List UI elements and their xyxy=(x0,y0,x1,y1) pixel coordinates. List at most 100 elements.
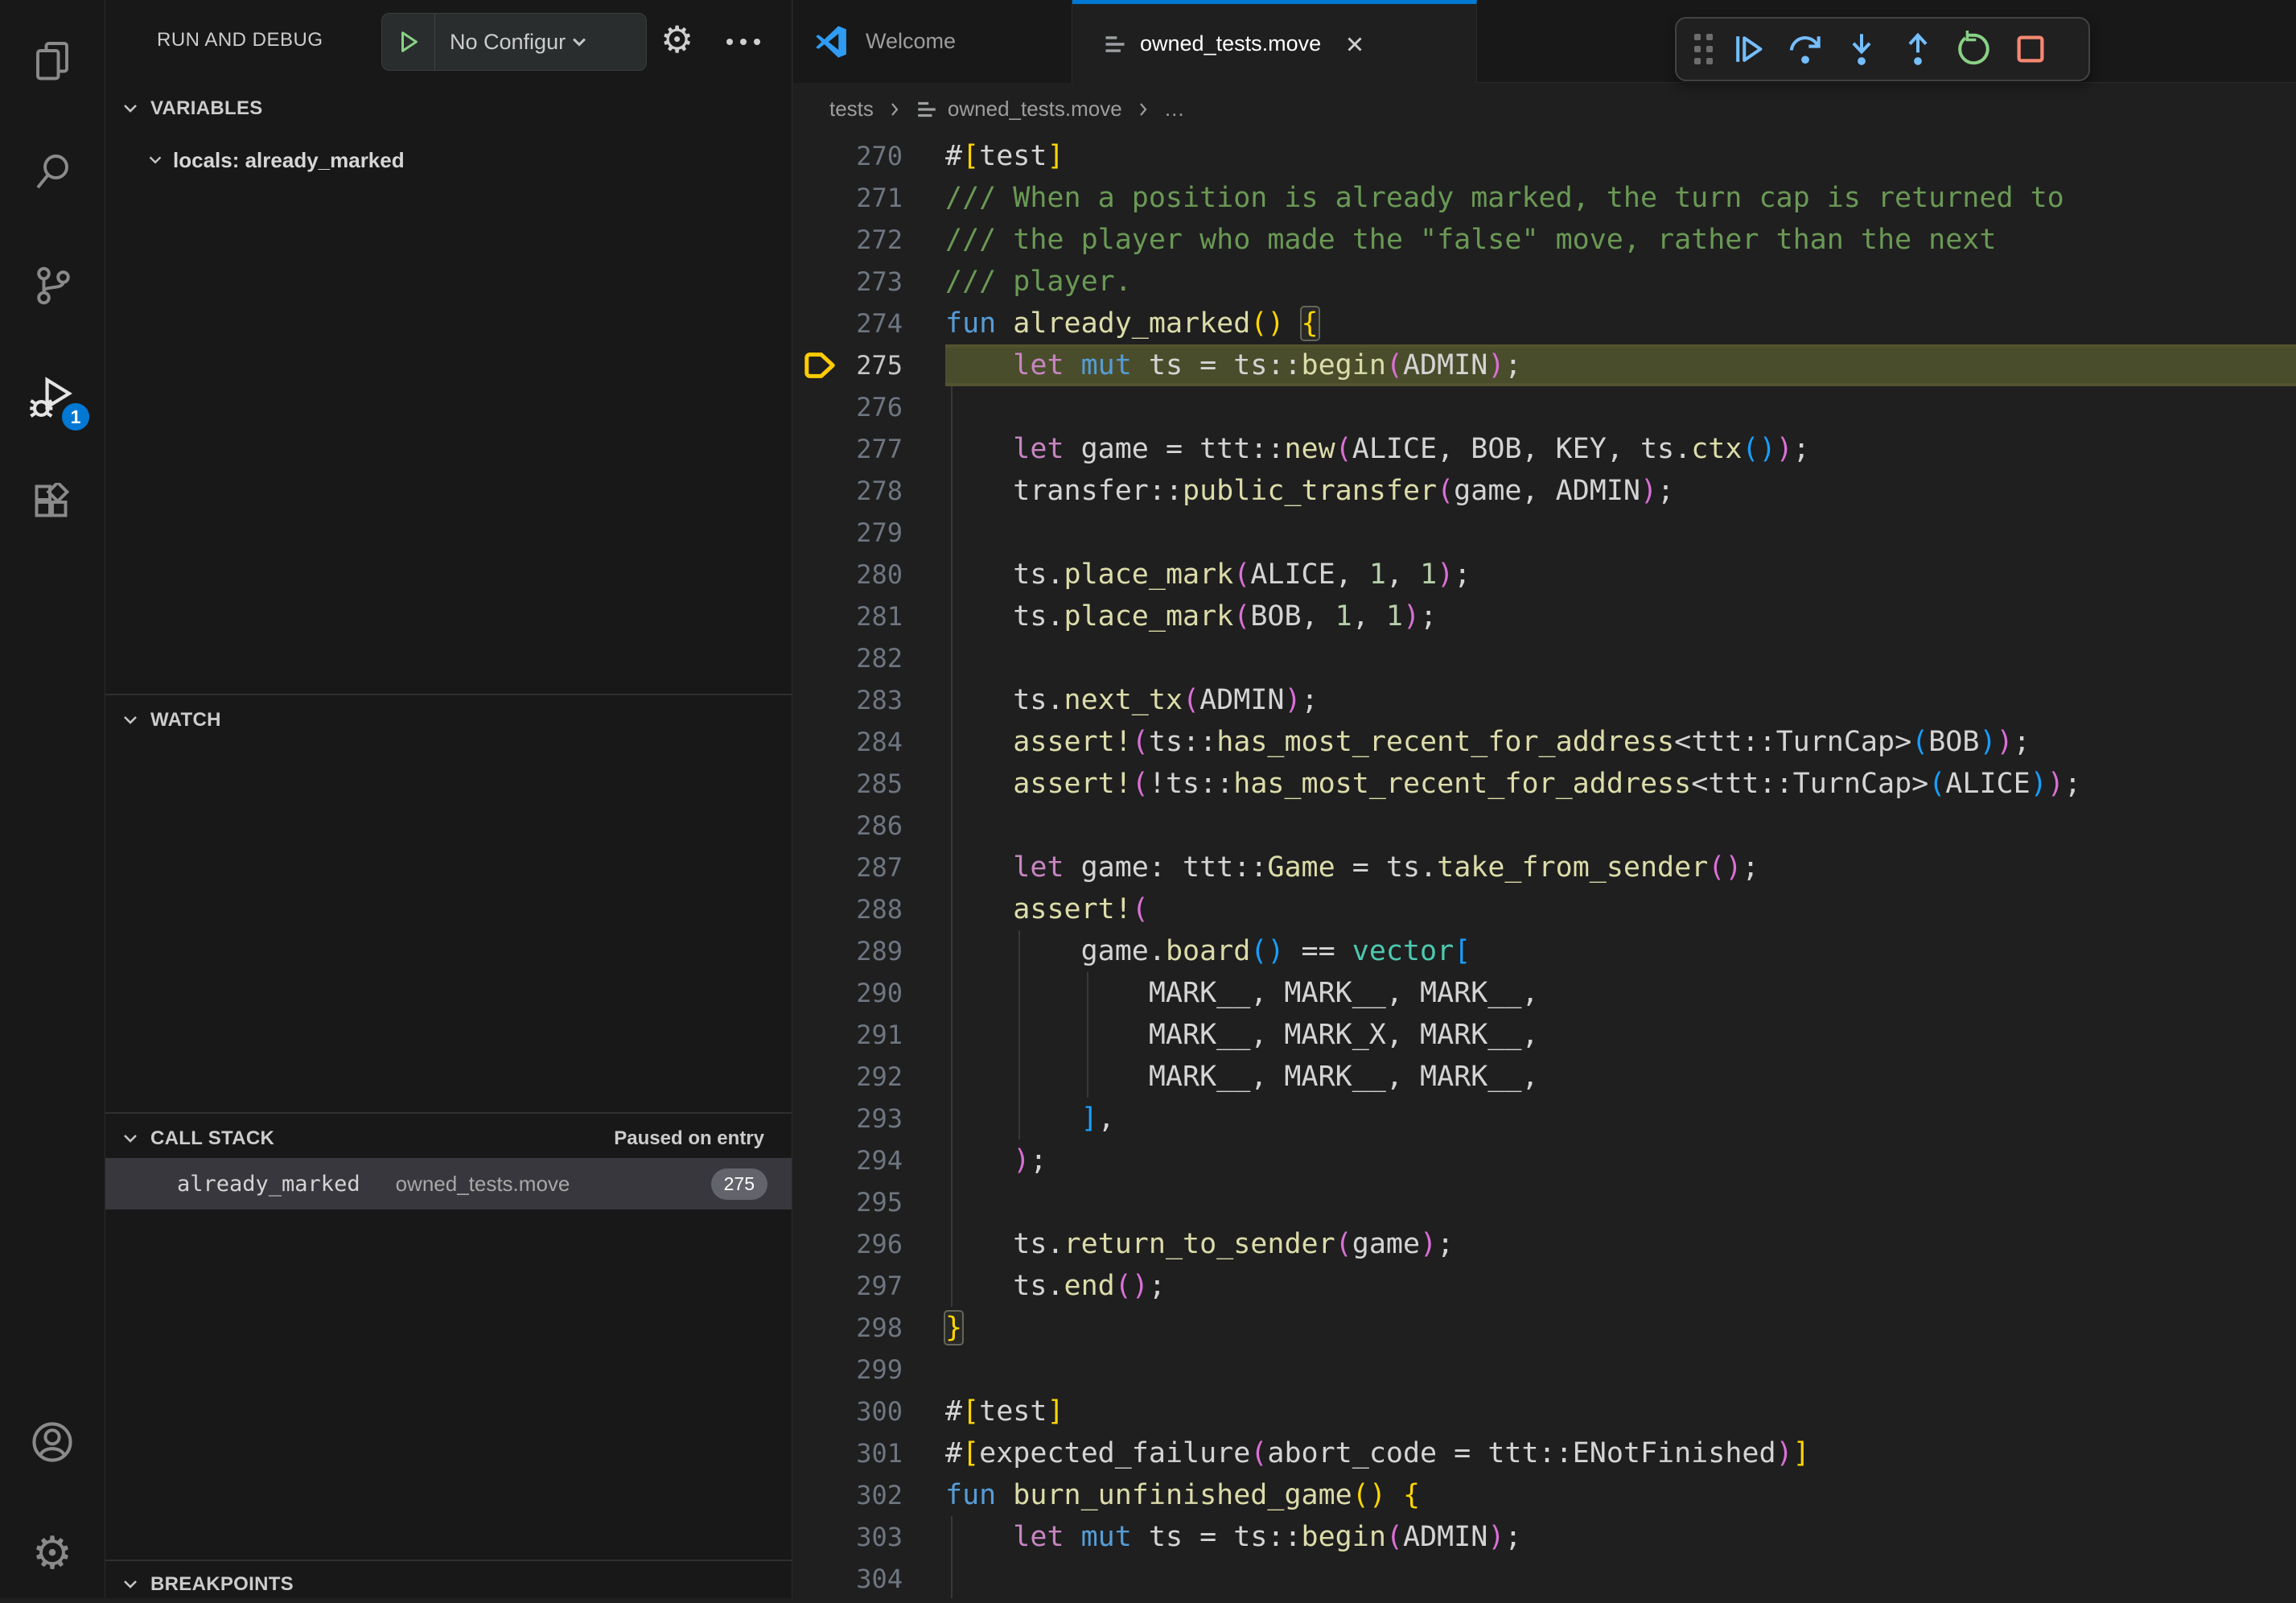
line-number[interactable]: 277 xyxy=(793,428,903,470)
code-line[interactable]: 283 ts.next_tx(ADMIN); xyxy=(793,679,2296,721)
code-line[interactable]: 295 xyxy=(793,1181,2296,1223)
step-into-button[interactable] xyxy=(1833,23,1890,75)
line-number[interactable]: 297 xyxy=(793,1265,903,1307)
line-number[interactable]: 287 xyxy=(793,847,903,888)
code-line[interactable]: 272/// the player who made the "false" m… xyxy=(793,219,2296,261)
line-number[interactable]: 290 xyxy=(793,972,903,1014)
settings-gear-icon[interactable]: ⚙ xyxy=(0,1509,105,1597)
code-line[interactable]: 298} xyxy=(793,1307,2296,1349)
code-line[interactable]: 288 assert!( xyxy=(793,888,2296,930)
line-number[interactable]: 282 xyxy=(793,637,903,679)
line-number[interactable]: 293 xyxy=(793,1098,903,1139)
code-line[interactable]: 284 assert!(ts::has_most_recent_for_addr… xyxy=(793,721,2296,763)
line-number[interactable]: 296 xyxy=(793,1223,903,1265)
line-number[interactable]: 291 xyxy=(793,1014,903,1056)
extensions-icon[interactable] xyxy=(0,460,105,549)
line-number[interactable]: 276 xyxy=(793,386,903,428)
search-icon[interactable] xyxy=(0,129,105,217)
explorer-icon[interactable] xyxy=(0,16,105,105)
code-line[interactable]: 287 let game: ttt::Game = ts.take_from_s… xyxy=(793,847,2296,888)
code-line[interactable]: 297 ts.end(); xyxy=(793,1265,2296,1307)
code-line[interactable]: 281 ts.place_mark(BOB, 1, 1); xyxy=(793,595,2296,637)
code-line[interactable]: 277 let game = ttt::new(ALICE, BOB, KEY,… xyxy=(793,428,2296,470)
line-number[interactable]: 303 xyxy=(793,1516,903,1558)
variables-section-header[interactable]: VARIABLES xyxy=(105,90,792,127)
debug-settings-gear-icon[interactable]: ⚙ xyxy=(660,21,693,58)
code-line[interactable]: 280 ts.place_mark(ALICE, 1, 1); xyxy=(793,554,2296,595)
code-line[interactable]: 302fun burn_unfinished_game() { xyxy=(793,1474,2296,1516)
line-number[interactable]: 295 xyxy=(793,1181,903,1223)
line-number[interactable]: 285 xyxy=(793,763,903,805)
line-number[interactable]: 298 xyxy=(793,1307,903,1349)
code-line[interactable]: 273/// player. xyxy=(793,261,2296,303)
tab-owned-tests-move[interactable]: owned_tests.move xyxy=(1072,0,1477,84)
tab-welcome[interactable]: Welcome xyxy=(793,0,1072,83)
line-number[interactable]: 275 xyxy=(793,344,903,386)
code-area[interactable]: 270#[test]271/// When a position is alre… xyxy=(793,135,2296,1598)
code-line[interactable]: 303 let mut ts = ts::begin(ADMIN); xyxy=(793,1516,2296,1558)
code-line[interactable]: 271/// When a position is already marked… xyxy=(793,177,2296,219)
code-line[interactable]: 285 assert!(!ts::has_most_recent_for_add… xyxy=(793,763,2296,805)
code-line[interactable]: 278 transfer::public_transfer(game, ADMI… xyxy=(793,470,2296,512)
code-line[interactable]: 274fun already_marked() { xyxy=(793,303,2296,344)
code-line[interactable]: 279 xyxy=(793,512,2296,554)
breadcrumb-folder[interactable]: tests xyxy=(829,97,874,122)
code-line[interactable]: 282 xyxy=(793,637,2296,679)
launch-configuration-dropdown[interactable]: No Configur xyxy=(381,13,647,71)
line-number[interactable]: 289 xyxy=(793,930,903,972)
stop-button[interactable] xyxy=(2002,23,2059,75)
line-number[interactable]: 304 xyxy=(793,1558,903,1598)
close-tab-icon[interactable] xyxy=(1343,33,1366,56)
line-number[interactable]: 270 xyxy=(793,135,903,177)
run-and-debug-icon[interactable]: 1 xyxy=(0,352,105,441)
code-line[interactable]: 290 MARK__, MARK__, MARK__, xyxy=(793,972,2296,1014)
start-debugging-icon[interactable] xyxy=(382,14,435,70)
line-number[interactable]: 284 xyxy=(793,721,903,763)
call-stack-frame-row[interactable]: already_marked owned_tests.move 275 xyxy=(105,1158,792,1209)
line-number[interactable]: 294 xyxy=(793,1139,903,1181)
code-line[interactable]: 291 MARK__, MARK_X, MARK__, xyxy=(793,1014,2296,1056)
step-over-button[interactable] xyxy=(1777,23,1833,75)
breadcrumb-file[interactable]: owned_tests.move xyxy=(948,97,1122,122)
code-line[interactable]: 276 xyxy=(793,386,2296,428)
line-number[interactable]: 278 xyxy=(793,470,903,512)
code-line[interactable]: 304 xyxy=(793,1558,2296,1598)
step-out-button[interactable] xyxy=(1890,23,1946,75)
code-line[interactable]: 275 let mut ts = ts::begin(ADMIN); xyxy=(793,344,2296,386)
call-stack-section-header[interactable]: CALL STACK Paused on entry xyxy=(105,1120,792,1157)
accounts-icon[interactable] xyxy=(0,1398,105,1486)
code-line[interactable]: 270#[test] xyxy=(793,135,2296,177)
line-number[interactable]: 286 xyxy=(793,805,903,847)
restart-button[interactable] xyxy=(1946,23,2002,75)
variables-scope-locals[interactable]: locals: already_marked xyxy=(105,142,792,179)
code-line[interactable]: 300#[test] xyxy=(793,1391,2296,1432)
line-number[interactable]: 274 xyxy=(793,303,903,344)
code-line[interactable]: 299 xyxy=(793,1349,2296,1391)
code-line[interactable]: 294 ); xyxy=(793,1139,2296,1181)
line-number[interactable]: 279 xyxy=(793,512,903,554)
line-number[interactable]: 281 xyxy=(793,595,903,637)
continue-button[interactable] xyxy=(1721,23,1777,75)
code-line[interactable]: 292 MARK__, MARK__, MARK__, xyxy=(793,1056,2296,1098)
line-number[interactable]: 302 xyxy=(793,1474,903,1516)
line-number[interactable]: 292 xyxy=(793,1056,903,1098)
line-number[interactable]: 280 xyxy=(793,554,903,595)
line-number[interactable]: 272 xyxy=(793,219,903,261)
more-actions-icon[interactable] xyxy=(726,39,760,45)
line-number[interactable]: 300 xyxy=(793,1391,903,1432)
line-number[interactable]: 271 xyxy=(793,177,903,219)
line-number[interactable]: 273 xyxy=(793,261,903,303)
code-line[interactable]: 286 xyxy=(793,805,2296,847)
line-number[interactable]: 299 xyxy=(793,1349,903,1391)
line-number[interactable]: 301 xyxy=(793,1432,903,1474)
code-line[interactable]: 289 game.board() == vector[ xyxy=(793,930,2296,972)
breadcrumb-symbol-more[interactable]: … xyxy=(1164,97,1185,122)
toolbar-drag-handle[interactable] xyxy=(1694,34,1713,64)
code-line[interactable]: 296 ts.return_to_sender(game); xyxy=(793,1223,2296,1265)
watch-section-header[interactable]: WATCH xyxy=(105,702,792,739)
code-line[interactable]: 293 ], xyxy=(793,1098,2296,1139)
source-control-icon[interactable] xyxy=(0,241,105,330)
line-number[interactable]: 283 xyxy=(793,679,903,721)
line-number[interactable]: 288 xyxy=(793,888,903,930)
code-line[interactable]: 301#[expected_failure(abort_code = ttt::… xyxy=(793,1432,2296,1474)
